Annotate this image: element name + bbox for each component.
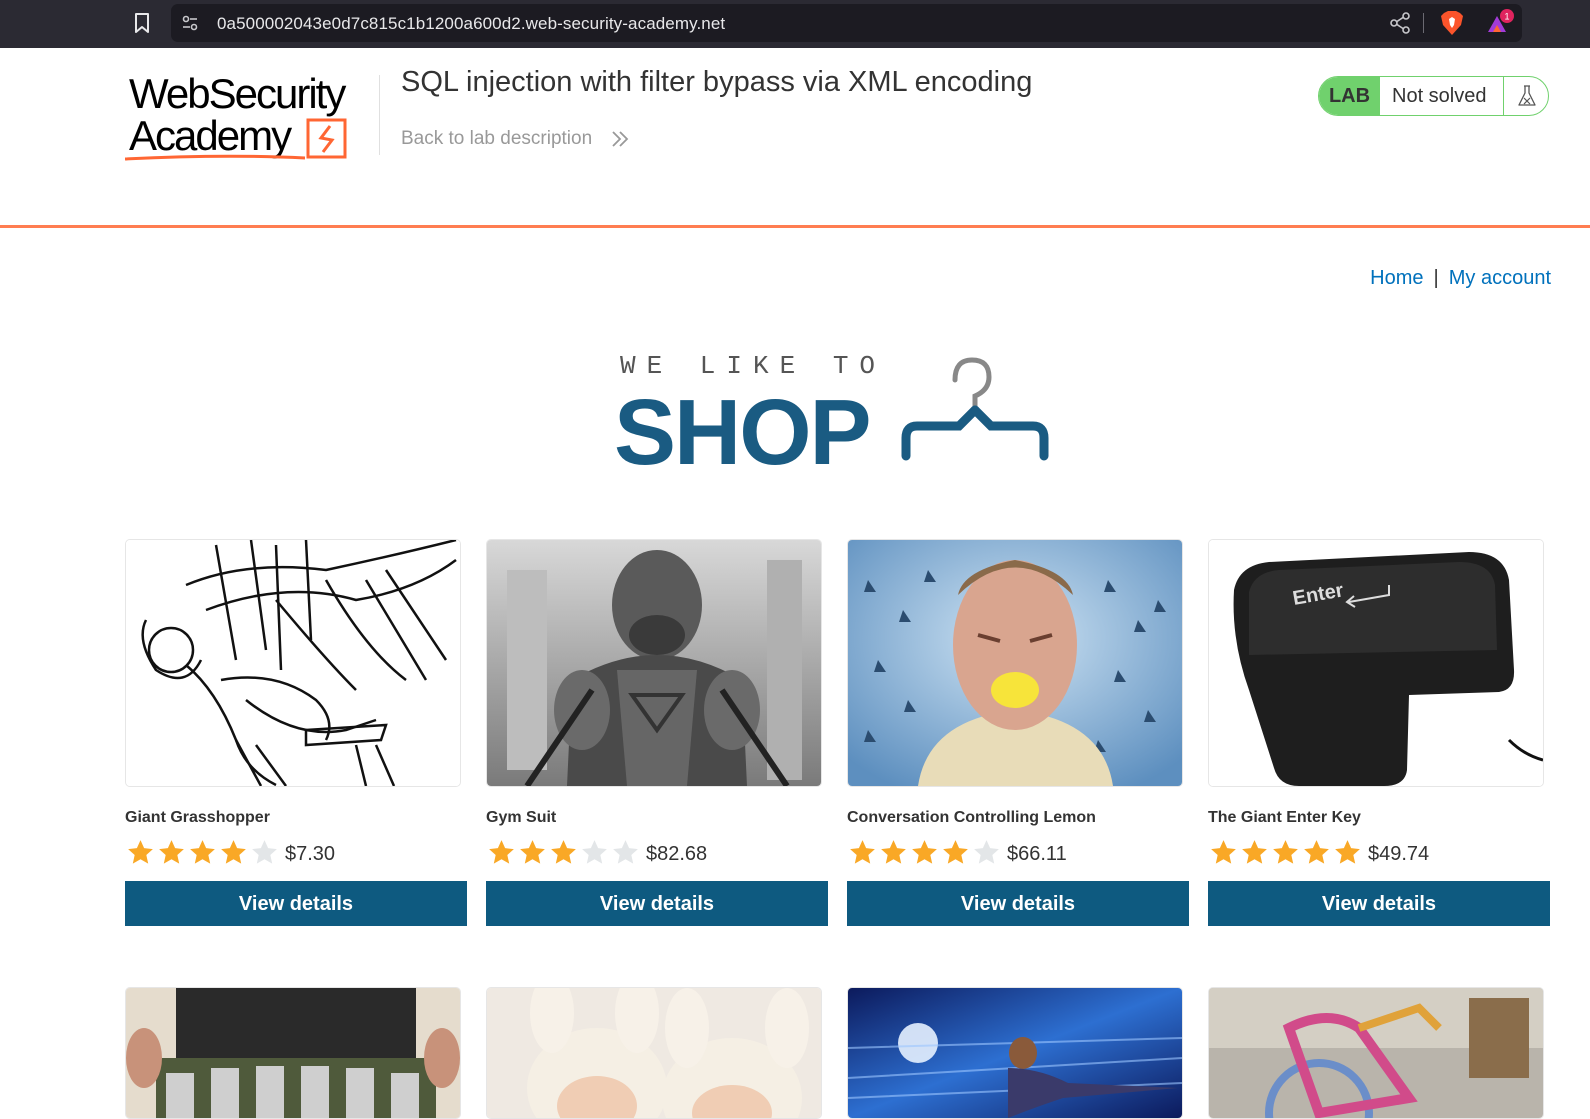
view-details-button[interactable]: View details — [486, 881, 828, 926]
home-link[interactable]: Home — [1370, 267, 1423, 289]
gym-dog-photo — [487, 540, 821, 786]
product-price: $49.74 — [1368, 842, 1430, 865]
knitted-bike-photo — [1209, 988, 1543, 1118]
product-rating-row: $49.74 — [1208, 837, 1550, 867]
star-rating — [847, 838, 1002, 866]
star-filled-icon — [551, 840, 576, 864]
view-details-button[interactable]: View details — [847, 881, 1189, 926]
star-filled-icon — [221, 840, 246, 864]
product-card — [125, 987, 461, 1119]
star-filled-icon — [1273, 840, 1298, 864]
star-filled-icon — [1304, 840, 1329, 864]
star-filled-icon — [128, 840, 153, 864]
star-rating — [1208, 838, 1363, 866]
lab-title: SQL injection with filter bypass via XML… — [401, 66, 1033, 98]
svg-text:Academy: Academy — [129, 112, 292, 159]
double-chevron-right-icon — [612, 131, 629, 147]
product-card — [1208, 987, 1544, 1119]
star-filled-icon — [159, 840, 184, 864]
beer-belt-photo — [126, 988, 460, 1118]
lab-status-widget: LAB Not solved — [1318, 76, 1549, 116]
brave-rewards-icon[interactable]: 1 — [1484, 8, 1516, 38]
product-price: $82.68 — [646, 842, 708, 865]
product-image[interactable] — [486, 539, 822, 787]
star-empty-icon — [252, 840, 277, 864]
star-empty-icon — [974, 840, 999, 864]
toolbar-divider — [1423, 13, 1424, 33]
product-name: Giant Grasshopper — [125, 809, 270, 826]
top-navigation: Home | My account — [1370, 267, 1551, 290]
giant-enter-key-photo: Enter — [1209, 540, 1543, 786]
brave-shields-icon[interactable] — [1440, 10, 1464, 36]
star-rating — [486, 838, 641, 866]
bookmark-icon[interactable] — [130, 11, 154, 35]
star-filled-icon — [943, 840, 968, 864]
status-divider — [1503, 77, 1504, 115]
flask-icon — [1518, 85, 1536, 106]
star-filled-icon — [1211, 840, 1236, 864]
svg-text:WebSecurity: WebSecurity — [129, 72, 346, 117]
header-accent-rule — [0, 225, 1590, 228]
product-card: Enter The Giant Enter Key $49.74 View de… — [1208, 539, 1550, 926]
star-filled-icon — [1335, 840, 1360, 864]
product-name: The Giant Enter Key — [1208, 809, 1361, 826]
view-details-button[interactable]: View details — [125, 881, 467, 926]
grasshopper-illustration — [126, 540, 460, 786]
product-price: $66.11 — [1007, 842, 1067, 865]
product-image[interactable] — [1208, 987, 1544, 1119]
product-image[interactable] — [125, 539, 461, 787]
lab-badge: LAB — [1319, 77, 1380, 115]
star-empty-icon — [613, 840, 638, 864]
product-card — [847, 987, 1183, 1119]
url-text[interactable]: 0a500002043e0d7c815c1b1200a600d2.web-sec… — [217, 14, 725, 34]
star-filled-icon — [1242, 840, 1267, 864]
star-rating — [125, 838, 280, 866]
shop-banner: WE LIKE TO SHOP — [614, 351, 1049, 475]
product-name: Conversation Controlling Lemon — [847, 809, 1096, 826]
coat-hanger-icon — [901, 357, 1049, 461]
product-rating-row: $82.68 — [486, 837, 828, 867]
web-security-academy-logo[interactable]: WebSecurity Academy — [125, 72, 375, 167]
product-image[interactable] — [486, 987, 822, 1119]
site-settings-icon[interactable] — [181, 14, 199, 32]
nav-separator: | — [1433, 267, 1439, 289]
product-rating-row: $66.11 — [847, 837, 1189, 867]
speed-hero-photo — [848, 988, 1182, 1118]
header-divider — [379, 75, 380, 155]
view-details-button[interactable]: View details — [1208, 881, 1550, 926]
notification-badge: 1 — [1504, 12, 1509, 22]
address-bar[interactable]: 0a500002043e0d7c815c1b1200a600d2.web-sec… — [171, 4, 1522, 42]
product-name: Gym Suit — [486, 809, 557, 826]
star-filled-icon — [190, 840, 215, 864]
star-filled-icon — [912, 840, 937, 864]
baby-bunny-hats-photo — [487, 988, 821, 1118]
back-to-lab-description-link[interactable]: Back to lab description — [401, 128, 592, 150]
browser-toolbar: 0a500002043e0d7c815c1b1200a600d2.web-sec… — [0, 0, 1590, 48]
product-price: $7.30 — [285, 842, 336, 865]
product-card: Gym Suit $82.68 View details — [486, 539, 828, 926]
star-filled-icon — [489, 840, 514, 864]
lab-status-text: Not solved — [1392, 85, 1487, 107]
product-image[interactable]: Enter — [1208, 539, 1544, 787]
star-filled-icon — [520, 840, 545, 864]
star-filled-icon — [850, 840, 875, 864]
product-card: Conversation Controlling Lemon $66.11 Vi… — [847, 539, 1189, 926]
banner-shop-text: SHOP — [614, 380, 870, 475]
product-card — [486, 987, 822, 1119]
star-filled-icon — [881, 840, 906, 864]
lemon-man-photo — [848, 540, 1182, 786]
product-image[interactable] — [125, 987, 461, 1119]
share-icon[interactable] — [1389, 11, 1411, 35]
banner-tagline: WE LIKE TO — [620, 351, 886, 381]
star-empty-icon — [582, 840, 607, 864]
product-rating-row: $7.30 — [125, 837, 467, 867]
product-card: Giant Grasshopper $7.30 View details — [125, 539, 467, 926]
my-account-link[interactable]: My account — [1449, 267, 1551, 289]
product-image[interactable] — [847, 987, 1183, 1119]
product-image[interactable] — [847, 539, 1183, 787]
